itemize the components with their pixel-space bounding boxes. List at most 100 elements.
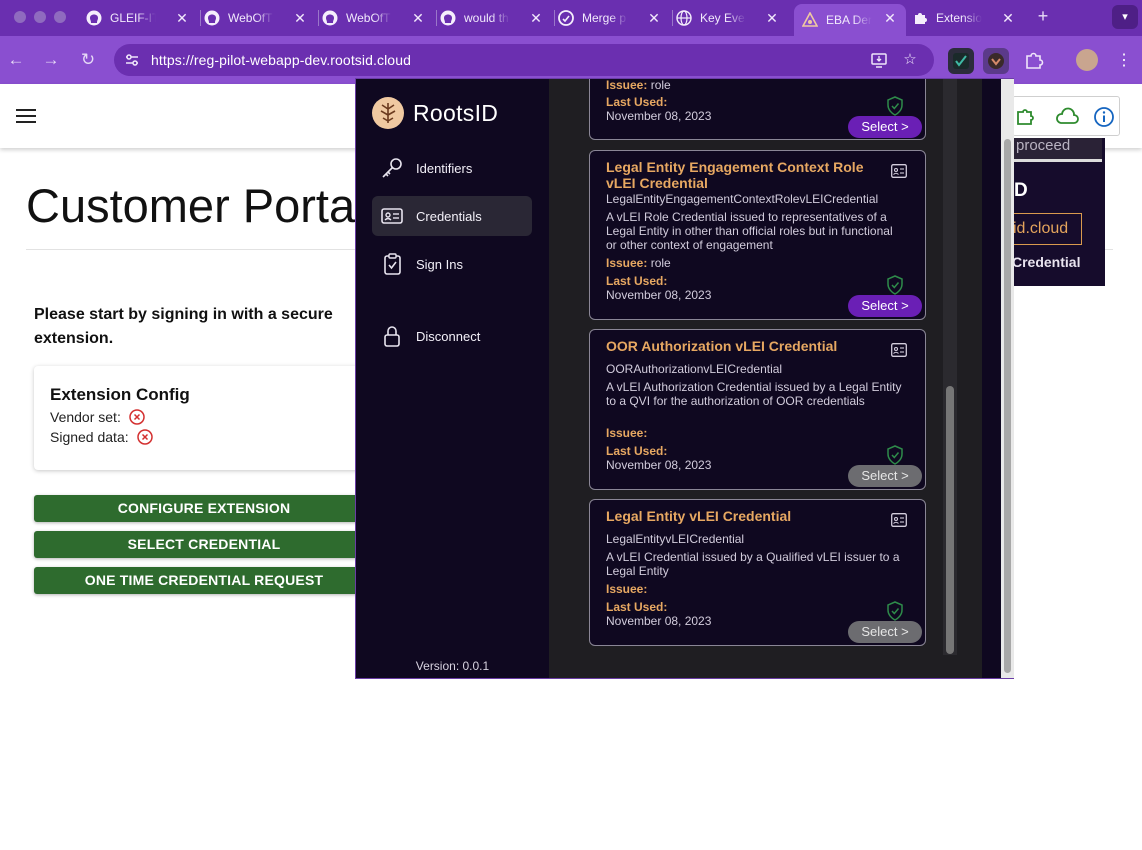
browser-tab-active[interactable]: EBA Der ✕ [794, 4, 906, 36]
credentials-scrollbar[interactable] [943, 79, 957, 655]
credential-card[interactable]: Legal Entity Engagement Context Role vLE… [589, 150, 926, 320]
vendor-status-row: Vendor set: [50, 409, 145, 425]
configure-extension-button[interactable]: CONFIGURE EXTENSION [34, 495, 374, 522]
credential-title: Legal Entity Engagement Context Role vLE… [606, 159, 864, 191]
dialog-url[interactable]: id.cloud [1012, 213, 1082, 245]
shield-check-icon [887, 445, 903, 465]
dialog-label: D [1014, 180, 1028, 201]
select-credential-button-disabled[interactable]: Select > [848, 465, 922, 487]
window-close-dot[interactable] [14, 11, 26, 23]
tab-close-icon[interactable]: ✕ [292, 10, 308, 26]
last-used-label: Last Used: [606, 274, 668, 288]
credential-description: A vLEI Authorization Credential issued b… [606, 380, 902, 408]
nav-label: Credentials [416, 208, 482, 224]
browser-tab[interactable]: WebOfT ✕ [322, 4, 434, 32]
credential-card[interactable]: Legal Entity vLEI Credential LegalEntity… [589, 499, 926, 646]
app-bar-icons [1012, 96, 1120, 136]
nav-label: Disconnect [416, 328, 481, 344]
last-used-date: November 08, 2023 [606, 458, 712, 472]
credential-card[interactable]: Issuee: role Last Used: November 08, 202… [589, 79, 926, 140]
last-used-date: November 08, 2023 [606, 288, 712, 302]
forward-arrow-icon[interactable]: → [41, 50, 61, 70]
id-card-icon [380, 204, 404, 228]
tab-close-icon[interactable]: ✕ [174, 10, 190, 26]
extensions-puzzle-icon[interactable] [1021, 48, 1047, 74]
browser-tab[interactable]: Merge p ✕ [558, 4, 670, 32]
popup-scrollbar[interactable] [1001, 79, 1014, 678]
site-settings-icon[interactable] [124, 52, 140, 68]
new-tab-plus-icon[interactable]: + [1033, 6, 1053, 26]
nav-sign-ins[interactable]: Sign Ins [372, 244, 532, 284]
reload-icon[interactable]: ↻ [78, 50, 98, 70]
cloud-icon[interactable] [1054, 106, 1080, 133]
tab-close-icon[interactable]: ✕ [646, 10, 662, 26]
browser-tab[interactable]: Extensio ✕ [912, 4, 1024, 32]
select-credential-button-disabled[interactable]: Select > [848, 621, 922, 643]
issuee-row: Issuee: [606, 582, 647, 596]
tab-close-icon[interactable]: ✕ [764, 10, 780, 26]
browser-tab[interactable]: WebOfT ✕ [204, 4, 316, 32]
nav-identifiers[interactable]: Identifiers [372, 148, 532, 188]
url-text[interactable]: https://reg-pilot-webapp-dev.rootsid.clo… [151, 52, 411, 68]
puzzle-status-icon[interactable] [1015, 106, 1037, 133]
tab-close-icon[interactable]: ✕ [410, 10, 426, 26]
issuee-label: Issuee: [606, 256, 648, 270]
tab-close-icon[interactable]: ✕ [528, 10, 544, 26]
last-used-label: Last Used: [606, 95, 668, 109]
credential-card[interactable]: OOR Authorization vLEI Credential OORAut… [589, 329, 926, 490]
browser-menu-icon[interactable]: ⋮ [1116, 50, 1132, 70]
github-icon [204, 10, 220, 26]
github-icon [440, 10, 456, 26]
issuee-row: Issuee: role [606, 79, 671, 92]
one-time-credential-request-button[interactable]: ONE TIME CREDENTIAL REQUEST [34, 567, 374, 594]
select-credential-button[interactable]: Select > [848, 295, 922, 317]
browser-tab[interactable]: Key Ever ✕ [676, 4, 788, 32]
select-credential-button[interactable]: SELECT CREDENTIAL [34, 531, 374, 558]
popup-gutter [982, 79, 1001, 678]
tab-separator [436, 10, 437, 26]
address-bar[interactable]: https://reg-pilot-webapp-dev.rootsid.clo… [114, 44, 934, 76]
issuee-value: role [650, 79, 671, 92]
install-app-icon[interactable] [870, 51, 888, 69]
issuee-label: Issuee: [606, 79, 648, 92]
back-arrow-icon[interactable]: ← [6, 50, 26, 70]
extension-vlei-icon[interactable] [948, 48, 974, 74]
shield-check-icon [887, 96, 903, 116]
browser-tab[interactable]: GLEIF-IT ✕ [86, 4, 198, 32]
credential-title: OOR Authorization vLEI Credential [606, 338, 838, 354]
puzzle-icon [912, 10, 928, 26]
merge-request-icon [558, 10, 574, 26]
signin-message: Please start by signing in with a secure… [34, 306, 333, 347]
github-icon [322, 10, 338, 26]
scrollbar-thumb[interactable] [1004, 139, 1011, 673]
info-icon[interactable] [1093, 106, 1115, 133]
tab-search-chevron-icon[interactable]: ▾ [1112, 5, 1138, 29]
signed-label: Signed data: [50, 429, 129, 445]
window-minimize-dot[interactable] [34, 11, 46, 23]
last-used-date: November 08, 2023 [606, 109, 712, 123]
select-credential-button[interactable]: Select > [848, 116, 922, 138]
last-used-label: Last Used: [606, 600, 668, 614]
bookmark-star-icon[interactable]: ☆ [901, 51, 919, 69]
extension-rootsid-icon[interactable] [983, 48, 1009, 74]
id-card-icon [891, 343, 907, 357]
nav-disconnect[interactable]: Disconnect [372, 316, 532, 356]
credentials-list[interactable]: Issuee: role Last Used: November 08, 202… [549, 79, 982, 678]
nav-label: Sign Ins [416, 256, 463, 272]
last-used-date: November 08, 2023 [606, 614, 712, 628]
browser-tab[interactable]: would th ✕ [440, 4, 552, 32]
window-zoom-dot[interactable] [54, 11, 66, 23]
tab-label: Extensio [936, 11, 982, 25]
credential-title: Legal Entity vLEI Credential [606, 508, 792, 524]
hamburger-menu-icon[interactable] [16, 109, 36, 123]
tab-separator [672, 10, 673, 26]
tab-close-icon[interactable]: ✕ [1000, 10, 1016, 26]
brand-name: RootsID [413, 99, 499, 126]
scrollbar-thumb[interactable] [946, 386, 954, 654]
profile-avatar[interactable] [1076, 49, 1098, 71]
issuee-value: role [650, 256, 671, 270]
lock-icon [380, 324, 404, 348]
nav-credentials[interactable]: Credentials [372, 196, 532, 236]
tab-close-icon[interactable]: ✕ [882, 10, 898, 26]
tab-separator [318, 10, 319, 26]
